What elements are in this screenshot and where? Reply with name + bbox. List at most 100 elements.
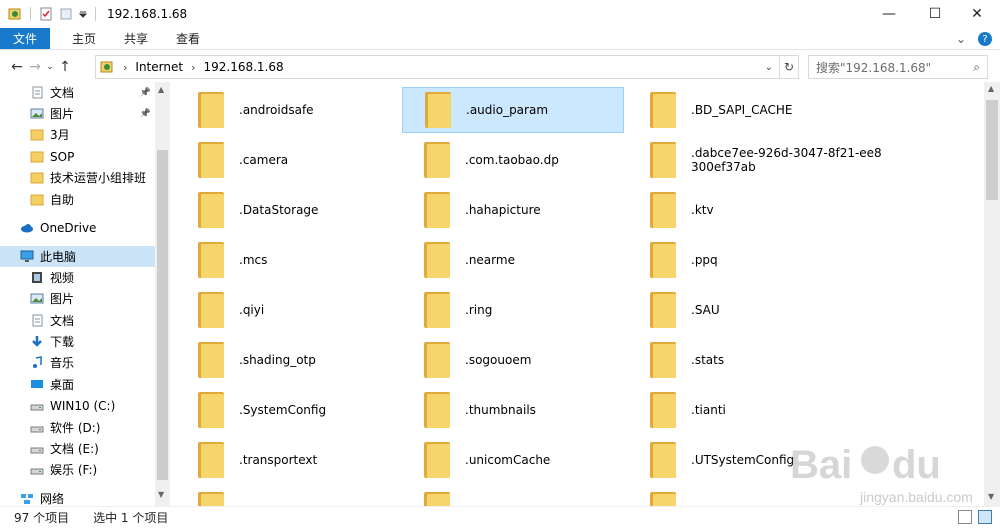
folder-name: .SAU [691, 303, 720, 317]
folder-item[interactable]: .DataStorage [176, 187, 398, 233]
folder-icon [650, 492, 676, 506]
up-arrow-icon[interactable]: ↑ [56, 55, 74, 79]
content-scroll-thumb[interactable] [986, 100, 998, 200]
folder-item[interactable]: .camera [176, 137, 398, 183]
folder-item[interactable] [402, 487, 624, 506]
nav-scrollbar[interactable]: ▲ ▼ [155, 82, 170, 506]
folder-item[interactable]: .thumbnails [402, 387, 624, 433]
folder-item[interactable]: .audio_param [402, 87, 624, 133]
close-button[interactable]: ✕ [954, 0, 1000, 28]
nav-item[interactable]: 自助 [0, 189, 155, 210]
folder-item[interactable]: .SAU [628, 287, 850, 333]
video-icon [30, 271, 44, 284]
folder-item[interactable]: .transportext [176, 437, 398, 483]
nav-item[interactable]: 软件 (D:) [0, 417, 155, 438]
address-row: ← → ⌄ ↑ › Internet › 192.168.1.68 ⌄ ↻ 搜索… [0, 53, 1000, 81]
folder-icon [650, 392, 676, 428]
address-bar[interactable]: › Internet › 192.168.1.68 ⌄ [95, 55, 780, 79]
folder-item[interactable]: .tianti [628, 387, 850, 433]
folder-item[interactable]: .ppq [628, 237, 850, 283]
nav-item[interactable]: 网络 [0, 488, 155, 506]
folder-item[interactable]: .ring [402, 287, 624, 333]
nav-item[interactable]: 此电脑 [0, 246, 155, 267]
folder-icon [198, 292, 224, 328]
tab-file[interactable]: 文件 [0, 28, 50, 49]
folder-name: .UTSystemConfig [691, 453, 795, 467]
search-input[interactable]: 搜索"192.168.1.68" ⌕ [808, 55, 988, 79]
nav-item[interactable]: 文档 📌 [0, 82, 155, 103]
folder-item[interactable]: .sogouoem [402, 337, 624, 383]
new-folder-icon[interactable] [58, 6, 74, 22]
folder-item[interactable]: .com.taobao.dp [402, 137, 624, 183]
nav-item-label: 娱乐 (F:) [50, 463, 98, 477]
scroll-down-icon[interactable]: ▼ [158, 490, 164, 499]
breadcrumb-separator-icon[interactable]: › [123, 61, 127, 74]
properties-icon[interactable] [38, 6, 54, 22]
recent-locations-icon[interactable]: ⌄ [44, 55, 56, 79]
refresh-button[interactable]: ↻ [780, 55, 799, 79]
nav-item[interactable]: 音乐 [0, 352, 155, 373]
breadcrumb-separator-icon[interactable]: › [191, 61, 195, 74]
nav-item[interactable]: 图片 📌 [0, 103, 155, 124]
address-dropdown-icon[interactable]: ⌄ [765, 62, 773, 73]
details-view-icon[interactable] [958, 510, 972, 524]
tab-view[interactable]: 查看 [162, 28, 214, 49]
folder-icon [30, 150, 44, 163]
nav-item[interactable]: 图片 [0, 288, 155, 309]
content-scrollbar[interactable]: ▲ ▼ [984, 82, 1000, 506]
breadcrumb-internet[interactable]: Internet [135, 60, 183, 74]
tab-home[interactable]: 主页 [58, 28, 110, 49]
folder-icon [198, 342, 224, 378]
nav-item[interactable]: SOP [0, 146, 155, 167]
nav-scroll-thumb[interactable] [157, 150, 168, 480]
scroll-down-icon[interactable]: ▼ [988, 492, 994, 501]
nav-item[interactable]: WIN10 (C:) [0, 395, 155, 416]
folder-item[interactable]: .mcs [176, 237, 398, 283]
scroll-up-icon[interactable]: ▲ [988, 84, 994, 93]
folder-item[interactable] [176, 487, 398, 506]
nav-item[interactable]: 文档 [0, 310, 155, 331]
nav-item[interactable]: 文档 (E:) [0, 438, 155, 459]
maximize-button[interactable]: ☐ [912, 0, 958, 28]
nav-item[interactable]: 3月 [0, 124, 155, 145]
nav-item[interactable]: OneDrive [0, 217, 155, 238]
nav-item[interactable]: 娱乐 (F:) [0, 459, 155, 480]
nav-item[interactable]: 技术运营小组排班 [0, 167, 155, 188]
nav-item-label: SOP [50, 149, 75, 164]
nav-item[interactable]: 桌面 [0, 374, 155, 395]
folder-item[interactable]: .UTSystemConfig [628, 437, 850, 483]
tab-share[interactable]: 共享 [110, 28, 162, 49]
customize-toolbar-icon[interactable] [78, 6, 88, 22]
folder-name: .audio_param [466, 103, 549, 117]
back-arrow-icon[interactable]: ← [8, 55, 26, 79]
music-icon [30, 356, 44, 369]
nav-item-label: 图片 [50, 107, 75, 121]
folder-item[interactable]: .dabce7ee-926d-3047-8f21-ee8 300ef37ab [628, 137, 882, 183]
search-icon[interactable]: ⌕ [973, 60, 980, 75]
title-bar: 192.168.1.68 — ☐ ✕ [0, 0, 1000, 28]
nav-item[interactable]: 视频 [0, 267, 155, 288]
folder-item[interactable]: .androidsafe [176, 87, 398, 133]
folder-name: .dabce7ee-926d-3047-8f21-ee8 300ef37ab [691, 146, 882, 174]
folder-item[interactable]: .shading_otp [176, 337, 398, 383]
nav-item[interactable]: 下载 [0, 331, 155, 352]
expand-ribbon-icon[interactable]: ⌄ [956, 32, 966, 46]
scroll-up-icon[interactable]: ▲ [158, 85, 164, 94]
forward-arrow-icon[interactable]: → [26, 55, 44, 79]
large-icons-view-icon[interactable] [978, 510, 992, 524]
help-icon[interactable]: ? [978, 32, 992, 46]
folder-item[interactable]: .BD_SAPI_CACHE [628, 87, 850, 133]
folder-icon [650, 342, 676, 378]
folder-item[interactable]: .qiyi [176, 287, 398, 333]
folder-icon [650, 92, 676, 128]
folder-item[interactable]: .nearme [402, 237, 624, 283]
minimize-button[interactable]: — [866, 0, 912, 28]
folder-item[interactable]: .unicomCache [402, 437, 624, 483]
folder-item[interactable] [628, 487, 850, 506]
folder-item[interactable]: .SystemConfig [176, 387, 398, 433]
folder-item[interactable]: .ktv [628, 187, 850, 233]
folder-item[interactable]: .stats [628, 337, 850, 383]
nav-item-label: 自助 [50, 193, 75, 207]
folder-item[interactable]: .hahapicture [402, 187, 624, 233]
breadcrumb-current[interactable]: 192.168.1.68 [203, 60, 283, 74]
